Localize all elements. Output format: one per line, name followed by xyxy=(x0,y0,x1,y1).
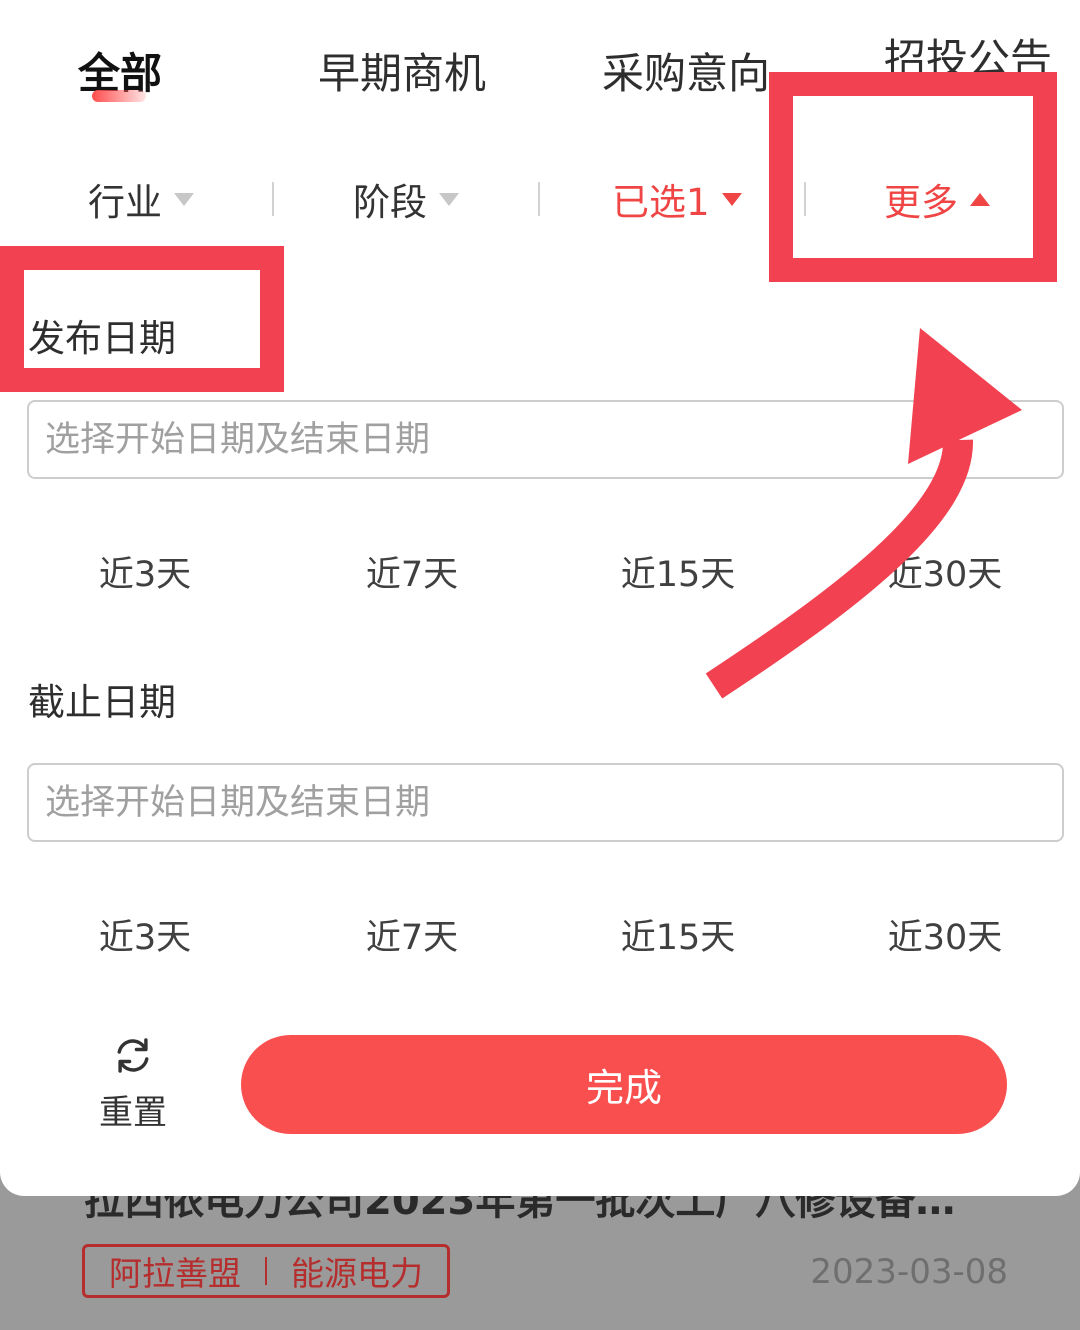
industry-tag: 能源电力 xyxy=(291,1254,423,1293)
region-tag: 阿拉善盟 xyxy=(109,1254,241,1293)
publish-option-3-days[interactable]: 近3天 xyxy=(45,546,245,597)
stage-filter-label: 阶段 xyxy=(353,181,427,224)
active-tab-indicator xyxy=(92,90,146,102)
publish-option-7-days[interactable]: 近7天 xyxy=(312,546,512,597)
deadline-option-7-days[interactable]: 近7天 xyxy=(312,909,512,960)
annotation-box-more xyxy=(769,72,1057,282)
deadline-option-30-days[interactable]: 近30天 xyxy=(845,909,1045,960)
caret-down-icon xyxy=(721,192,742,206)
background-item-date: 2023-03-08 xyxy=(810,1252,1008,1292)
done-button[interactable]: 完成 xyxy=(241,1035,1007,1134)
caret-down-icon xyxy=(439,192,459,206)
industry-filter[interactable]: 行业 xyxy=(88,172,194,226)
background-item-tags: 阿拉善盟 能源电力 xyxy=(82,1244,450,1298)
caret-down-icon xyxy=(174,192,194,206)
tab-purchase-intent[interactable]: 采购意向 xyxy=(602,40,770,101)
refresh-icon xyxy=(117,1038,149,1073)
selected-filter-label: 已选1 xyxy=(612,181,710,224)
publish-date-range-input[interactable] xyxy=(27,400,1064,479)
annotation-box-publish-date xyxy=(0,246,284,392)
publish-option-30-days[interactable]: 近30天 xyxy=(845,546,1045,597)
publish-date-quick-options: 近3天 近7天 近15天 近30天 xyxy=(0,546,1080,596)
deadline-range-input[interactable] xyxy=(27,763,1064,842)
stage-filter[interactable]: 阶段 xyxy=(353,172,459,226)
deadline-option-3-days[interactable]: 近3天 xyxy=(45,909,245,960)
deadline-quick-options: 近3天 近7天 近15天 近30天 xyxy=(0,909,1080,959)
reset-label: 重置 xyxy=(99,1093,167,1133)
deadline-option-15-days[interactable]: 近15天 xyxy=(578,909,778,960)
reset-button[interactable]: 重置 xyxy=(88,1034,178,1134)
filter-divider xyxy=(538,182,540,216)
industry-filter-label: 行业 xyxy=(88,181,162,224)
publish-option-15-days[interactable]: 近15天 xyxy=(578,546,778,597)
selected-filter[interactable]: 已选1 xyxy=(612,172,742,226)
deadline-label: 截止日期 xyxy=(28,681,176,724)
filter-divider xyxy=(272,182,274,216)
tag-divider xyxy=(265,1257,267,1285)
tab-early-opportunity[interactable]: 早期商机 xyxy=(318,40,486,101)
